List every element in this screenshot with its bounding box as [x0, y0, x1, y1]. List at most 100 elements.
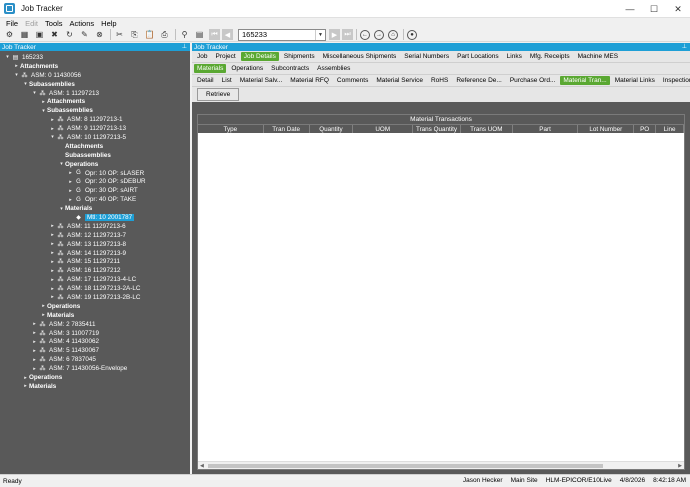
first-record-icon[interactable]: ⏮ — [209, 29, 220, 40]
expand-icon[interactable]: ▸ — [31, 366, 38, 372]
new-icon[interactable]: ▦ — [19, 29, 30, 40]
tab-machine-mes[interactable]: Machine MES — [575, 52, 621, 61]
forward-icon[interactable]: → — [374, 29, 384, 40]
tree-node[interactable]: ▾ ⁂ ASM: 10 11297213-5 — [0, 133, 190, 142]
tab-material-tran[interactable]: Material Tran... — [560, 76, 610, 85]
tab-materials[interactable]: Materials — [194, 64, 227, 73]
tree-node[interactable]: ▸ Attachments — [0, 97, 190, 106]
pin-icon[interactable]: ⊥ — [182, 43, 187, 50]
tree-node[interactable]: ▸ ⁂ ASM: 17 11297213-4-LC — [0, 275, 190, 284]
tree-node[interactable]: ▸ G Opr: 20 OP: sDEBUR — [0, 177, 190, 186]
expand-icon[interactable]: ▸ — [49, 268, 56, 274]
column-header[interactable]: PO — [634, 125, 657, 133]
status-icon[interactable]: ● — [407, 29, 417, 40]
tree-node[interactable]: ▾ ⁂ ASM: 0 11430056 — [0, 71, 190, 80]
tab-rohs[interactable]: RoHS — [428, 76, 451, 85]
tree-node[interactable]: ▾ Materials — [0, 204, 190, 213]
chevron-down-icon[interactable]: ▼ — [315, 29, 325, 40]
tree-node[interactable]: Subassemblies — [0, 151, 190, 160]
expand-icon[interactable]: ▸ — [31, 321, 38, 327]
tree-node[interactable]: ◆ Mtl: 10 2001787 — [0, 213, 190, 222]
tree-node[interactable]: ▸ Materials — [0, 311, 190, 320]
tree-node[interactable]: ▾ ▤ 165233 — [0, 53, 190, 62]
column-header[interactable]: Line — [656, 125, 684, 133]
tab-serial-numbers[interactable]: Serial Numbers — [401, 52, 452, 61]
tab-material-links[interactable]: Material Links — [612, 76, 658, 85]
menu-actions[interactable]: Actions — [70, 19, 95, 28]
expand-icon[interactable]: ▸ — [40, 99, 47, 105]
last-record-icon[interactable]: ⏭ — [342, 29, 353, 40]
expand-icon[interactable]: ▸ — [22, 375, 29, 381]
tab-job[interactable]: Job — [194, 52, 210, 61]
tab-reference-de[interactable]: Reference De... — [453, 76, 505, 85]
expand-icon[interactable]: ▸ — [49, 126, 56, 132]
tree-node[interactable]: ▾ ⁂ ASM: 1 11297213 — [0, 89, 190, 98]
tab-operations[interactable]: Operations — [228, 64, 266, 73]
collapse-icon[interactable]: ▾ — [58, 206, 65, 212]
minimize-button[interactable]: — — [618, 0, 642, 18]
tree-node[interactable]: ▸ ⁂ ASM: 7 11430056-Envelope — [0, 364, 190, 373]
hierarchy-icon[interactable]: ⚙ — [4, 29, 15, 40]
undo-icon[interactable]: ⊗ — [94, 29, 105, 40]
expand-icon[interactable]: ▸ — [67, 188, 74, 194]
save-icon[interactable]: ▣ — [34, 29, 45, 40]
edit-icon[interactable]: ✎ — [79, 29, 90, 40]
expand-icon[interactable]: ▸ — [67, 179, 74, 185]
next-record-icon[interactable]: ▶ — [329, 29, 340, 40]
tab-shipments[interactable]: Shipments — [281, 52, 318, 61]
tree-node[interactable]: ▾ Operations — [0, 160, 190, 169]
tree-node[interactable]: ▸ ⁂ ASM: 5 11430067 — [0, 346, 190, 355]
tree-node[interactable]: ▸ ⁂ ASM: 15 11297211 — [0, 257, 190, 266]
retrieve-button[interactable]: Retrieve — [197, 88, 240, 101]
tree-node[interactable]: ▸ ⁂ ASM: 9 11297213-13 — [0, 124, 190, 133]
copy-icon[interactable]: ⎘ — [129, 29, 140, 40]
column-header[interactable]: Type — [198, 125, 264, 133]
collapse-icon[interactable]: ▾ — [58, 161, 65, 167]
tab-links[interactable]: Links — [504, 52, 525, 61]
tree-node[interactable]: ▸ ⁂ ASM: 12 11297213-7 — [0, 231, 190, 240]
collapse-icon[interactable]: ▾ — [49, 134, 56, 140]
column-header[interactable]: Quantity — [310, 125, 354, 133]
grid-icon[interactable]: ▤ — [194, 29, 205, 40]
tab-list[interactable]: List — [219, 76, 235, 85]
menu-tools[interactable]: Tools — [45, 19, 63, 28]
expand-icon[interactable]: ▸ — [31, 357, 38, 363]
refresh-icon[interactable]: ↻ — [64, 29, 75, 40]
tree-node[interactable]: ▸ ⁂ ASM: 19 11297213-2B-LC — [0, 293, 190, 302]
tree-node[interactable]: ▸ ⁂ ASM: 18 11297213-2A-LC — [0, 284, 190, 293]
tab-comments[interactable]: Comments — [334, 76, 371, 85]
tree-node[interactable]: ▸ G Opr: 10 OP: sLASER — [0, 169, 190, 178]
expand-icon[interactable]: ▸ — [22, 383, 29, 389]
cut-icon[interactable]: ✂ — [114, 29, 125, 40]
expand-icon[interactable]: ▸ — [49, 241, 56, 247]
search-icon[interactable]: ⚲ — [179, 29, 190, 40]
tree-node[interactable]: ▸ Attachments — [0, 62, 190, 71]
tab-miscellaneous-shipments[interactable]: Miscellaneous Shipments — [320, 52, 400, 61]
tab-job-details[interactable]: Job Details — [240, 52, 279, 61]
column-header[interactable]: Part — [513, 125, 579, 133]
expand-icon[interactable]: ▸ — [31, 348, 38, 354]
close-button[interactable]: ✕ — [666, 0, 690, 18]
tab-detail[interactable]: Detail — [194, 76, 217, 85]
column-header[interactable]: Tran Date — [264, 125, 310, 133]
expand-icon[interactable]: ▸ — [31, 330, 38, 336]
collapse-icon[interactable]: ▾ — [4, 54, 11, 60]
tab-material-service[interactable]: Material Service — [373, 76, 426, 85]
tree-node[interactable]: ▸ Materials — [0, 382, 190, 391]
column-header[interactable]: UOM — [353, 125, 414, 133]
expand-icon[interactable]: ▸ — [40, 303, 47, 309]
expand-icon[interactable]: ▸ — [49, 286, 56, 292]
tab-assemblies[interactable]: Assemblies — [314, 64, 353, 73]
tree-node[interactable]: Attachments — [0, 142, 190, 151]
paste-icon[interactable]: 📋 — [144, 29, 155, 40]
tree-node[interactable]: ▸ ⁂ ASM: 6 7837045 — [0, 355, 190, 364]
maximize-button[interactable]: ☐ — [642, 0, 666, 18]
expand-icon[interactable]: ▸ — [67, 197, 74, 203]
back-icon[interactable]: ← — [360, 29, 370, 40]
tab-project[interactable]: Project — [212, 52, 238, 61]
tree-node[interactable]: ▸ Operations — [0, 373, 190, 382]
collapse-icon[interactable]: ▾ — [22, 81, 29, 87]
tab-part-locations[interactable]: Part Locations — [454, 52, 502, 61]
horizontal-scrollbar[interactable]: ◀ ▶ — [198, 461, 684, 469]
collapse-icon[interactable]: ▾ — [40, 108, 47, 114]
